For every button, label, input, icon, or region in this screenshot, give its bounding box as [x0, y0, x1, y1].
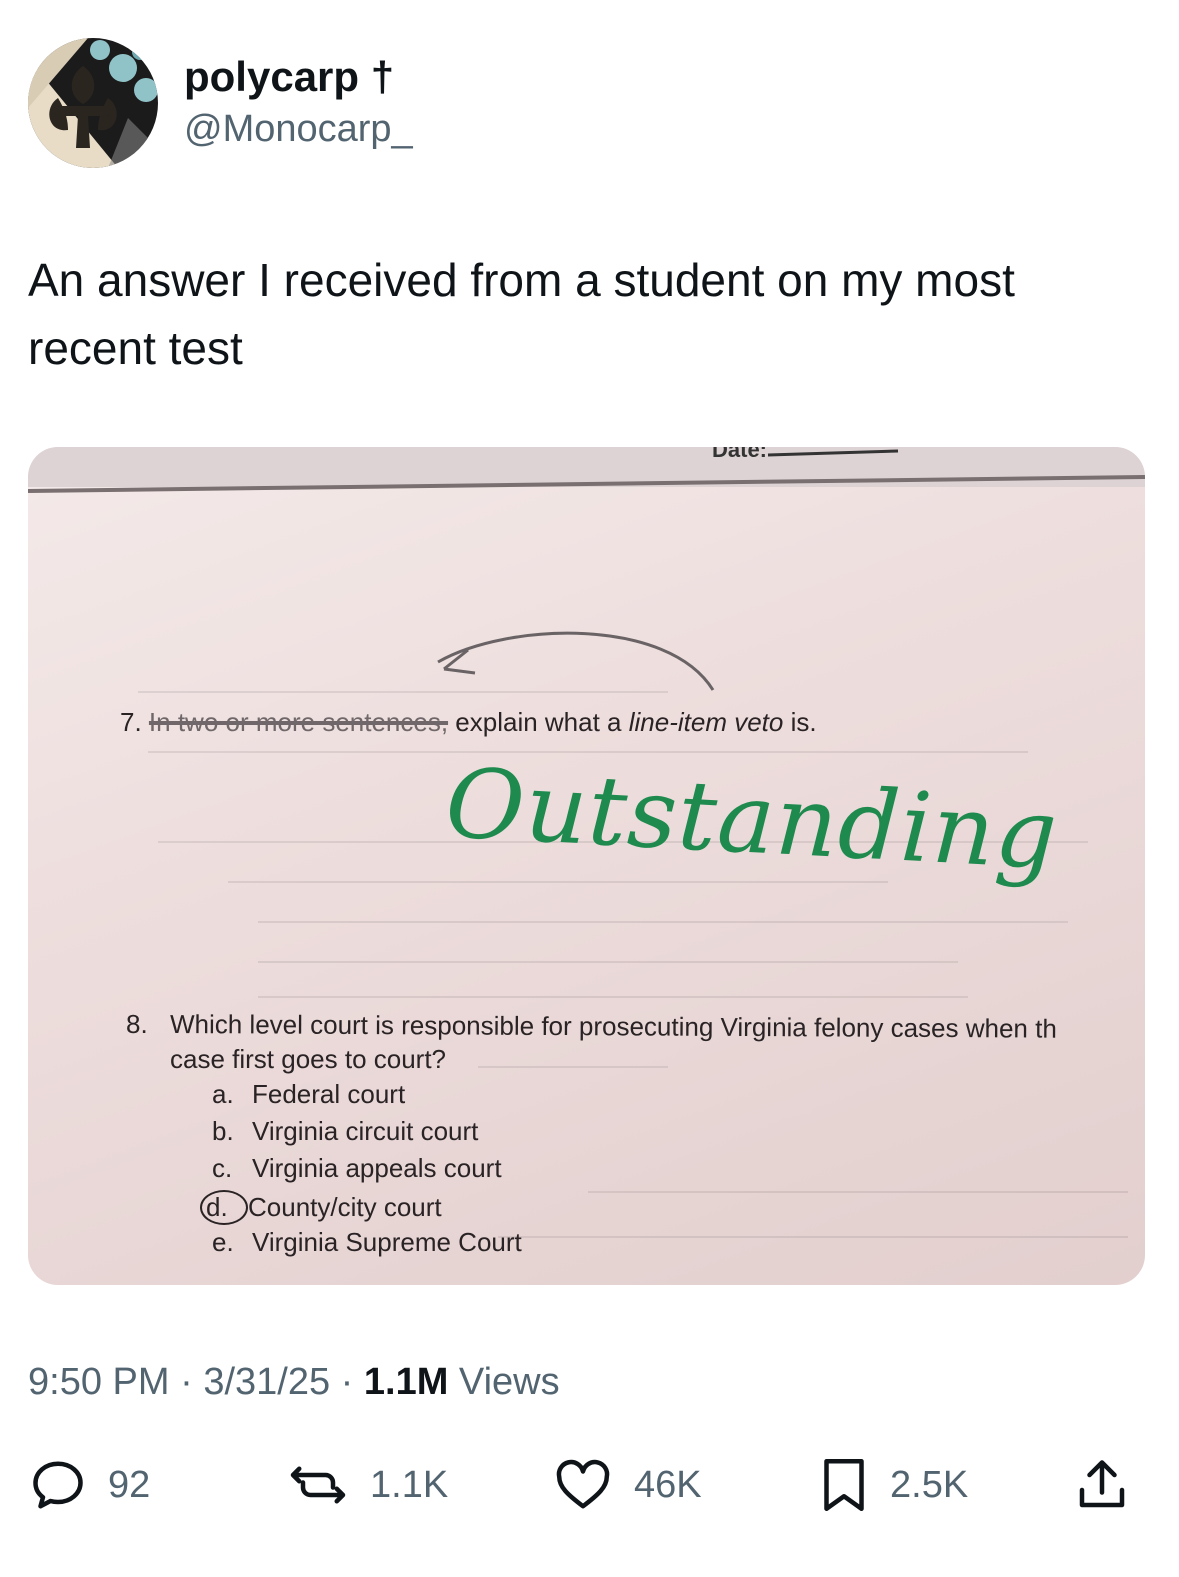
option-text: Virginia circuit court — [252, 1116, 479, 1146]
reply-icon — [33, 1461, 83, 1509]
option-text: Virginia appeals court — [252, 1153, 502, 1183]
question-7: 7. In two or more sentences, explain wha… — [120, 707, 817, 738]
share-icon — [1079, 1460, 1125, 1508]
tweet-date[interactable]: 3/31/25 — [203, 1361, 330, 1403]
reply-count: 92 — [108, 1463, 151, 1506]
heart-icon — [556, 1459, 610, 1509]
question-7-number: 7. — [120, 707, 142, 737]
meta-separator: · — [169, 1361, 204, 1403]
like-button[interactable]: 46K — [552, 1450, 702, 1520]
question-8-line2: case first goes to court? — [170, 1044, 447, 1074]
option-letter-circled: d. — [200, 1190, 248, 1225]
question-7-italic: line-item veto — [628, 707, 784, 737]
repost-icon — [290, 1466, 346, 1504]
option-letter: e. — [212, 1227, 234, 1257]
option-a: a. Federal court — [212, 1079, 405, 1110]
views-count: 1.1M — [363, 1361, 449, 1403]
option-text: Federal court — [252, 1079, 406, 1109]
option-text: Virginia Supreme Court — [252, 1227, 522, 1257]
meta-separator: · — [330, 1361, 364, 1403]
fleur-de-lis-avatar-image — [28, 38, 158, 168]
repost-button[interactable]: 1.1K — [286, 1450, 448, 1520]
option-b: b. Virginia circuit court — [212, 1116, 478, 1147]
share-button[interactable] — [1072, 1450, 1132, 1520]
bookmark-button[interactable]: 2.5K — [818, 1450, 968, 1520]
question-7-text-b: is. — [783, 707, 817, 737]
option-letter: a. — [212, 1079, 234, 1109]
option-d: d. County/city court — [200, 1190, 442, 1225]
tweet-text: An answer I received from a student on m… — [28, 254, 1015, 374]
option-letter: c. — [212, 1153, 233, 1183]
reply-button[interactable]: 92 — [28, 1450, 150, 1520]
option-c: c. Virginia appeals court — [212, 1153, 502, 1184]
author-display-name[interactable]: polycarp † — [184, 52, 394, 102]
avatar[interactable] — [28, 38, 158, 168]
repost-count: 1.1K — [370, 1463, 449, 1506]
date-label-fragment: Date: — [712, 447, 768, 462]
tweet-photo[interactable]: Date: 7. In two or more sentences, expla… — [28, 447, 1145, 1285]
question-7-text-a: explain what a — [448, 707, 629, 737]
option-e: e. Virginia Supreme Court — [212, 1227, 522, 1258]
views-label: Views — [448, 1361, 560, 1403]
bookmark-icon — [824, 1459, 864, 1511]
question-8-number: 8. — [126, 1009, 148, 1039]
bookmark-count: 2.5K — [890, 1463, 969, 1506]
tweet-meta: 9:50 PM · 3/31/25 · 1.1M Views — [28, 1357, 560, 1407]
action-bar: 92 1.1K 46K 2.5K — [0, 1450, 1179, 1520]
question-8-line1: Which level court is responsible for pro… — [169, 1009, 1057, 1044]
question-7-struck-text: In two or more sentences, — [148, 707, 449, 737]
author-handle[interactable]: @Monocarp_ — [184, 106, 413, 152]
option-letter: b. — [212, 1116, 234, 1146]
option-text: County/city court — [248, 1192, 442, 1222]
like-count: 46K — [634, 1463, 702, 1506]
tweet-time[interactable]: 9:50 PM — [28, 1361, 170, 1403]
